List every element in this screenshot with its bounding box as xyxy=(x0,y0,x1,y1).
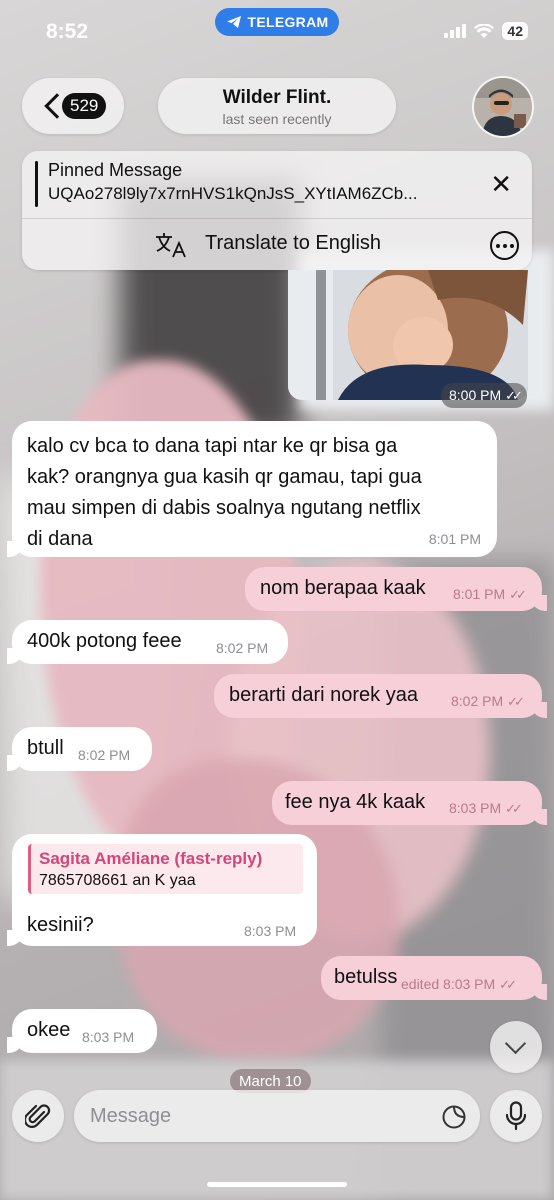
message-text: berarti dari norek yaa xyxy=(229,684,418,706)
double-check-icon: ✓✓ xyxy=(505,388,523,403)
message-time: 8:03 PM xyxy=(82,1029,135,1045)
chat-title[interactable]: Wilder Flint. last seen recently xyxy=(158,78,396,134)
pinned-message-bar[interactable]: Pinned Message UQAo278l9ly7x7rnHVS1kQnJs… xyxy=(22,151,532,270)
microphone-icon xyxy=(505,1101,527,1131)
message-text: 400k potong feee xyxy=(27,630,182,652)
reply-text: 7865708661 an K yaa xyxy=(39,872,196,889)
message-text: nom berapaa kaak xyxy=(260,577,426,599)
status-bar: 8:52 TELEGRAM 42 xyxy=(0,0,554,62)
paperclip-icon xyxy=(25,1104,51,1128)
message-text: betulss xyxy=(334,966,398,988)
avatar[interactable] xyxy=(474,78,532,136)
message-bubble-incoming[interactable]: 400k potong feee 8:02 PM xyxy=(7,620,288,664)
message-line: kalo cv bca to dana tapi ntar ke qr bisa… xyxy=(27,435,398,457)
message-time: 8:03 PM xyxy=(449,800,502,816)
avatar-photo xyxy=(474,78,532,136)
translate-icon xyxy=(156,233,186,258)
message-line: mau simpen di dabis soalnya ngutang netf… xyxy=(27,497,421,519)
message-line: kak? orangnya gua kasih qr gamau, tapi g… xyxy=(27,466,422,488)
voice-record-button[interactable] xyxy=(490,1090,542,1142)
reply-quote[interactable]: Sagita Améliane (fast-reply) 7865708661 … xyxy=(28,844,303,894)
message-bubble-incoming[interactable]: kalo cv bca to dana tapi ntar ke qr bisa… xyxy=(7,421,497,557)
telegram-plane-icon xyxy=(226,16,241,28)
message-text: btull xyxy=(27,737,64,759)
home-indicator xyxy=(207,1182,347,1187)
cellular-signal-icon xyxy=(444,24,467,38)
message-time: 8:02 PM xyxy=(78,747,131,763)
scroll-to-bottom-button[interactable] xyxy=(490,1021,542,1073)
message-text: kalo cv bca to dana tapi ntar ke qr bisa… xyxy=(27,431,422,555)
message-time: 8:03 PM xyxy=(244,923,297,939)
chat-name: Wilder Flint. xyxy=(222,87,332,108)
double-check-icon: ✓✓ xyxy=(499,977,517,992)
status-time: 8:52 xyxy=(46,20,89,43)
back-button[interactable]: 529 xyxy=(22,78,124,134)
unread-count-badge: 529 xyxy=(62,93,107,119)
message-input[interactable] xyxy=(74,1090,480,1142)
close-icon[interactable]: ✕ xyxy=(490,171,512,197)
message-bubble-outgoing[interactable]: berarti dari norek yaa 8:02 PM ✓✓ xyxy=(214,674,547,718)
message-text: fee nya 4k kaak xyxy=(285,791,426,813)
attach-button[interactable] xyxy=(12,1090,64,1142)
double-check-icon: ✓✓ xyxy=(509,587,527,602)
message-time: 8:00 PM xyxy=(449,387,502,403)
pinned-indicator-bar xyxy=(35,161,38,207)
battery-indicator: 42 xyxy=(502,22,528,40)
source-app-label: TELEGRAM xyxy=(247,14,329,30)
system-icons: 42 xyxy=(444,22,528,40)
message-time: 8:02 PM xyxy=(451,693,504,709)
pinned-text: UQAo278l9ly7x7rnHVS1kQnJsS_XYtIAM6ZCb... xyxy=(48,184,418,203)
more-options-icon[interactable] xyxy=(490,231,519,260)
wifi-icon xyxy=(474,23,495,38)
sticker-icon[interactable] xyxy=(441,1104,467,1130)
message-line: di dana xyxy=(27,528,93,550)
reply-sender: Sagita Améliane (fast-reply) xyxy=(39,849,263,868)
double-check-icon: ✓✓ xyxy=(505,801,523,816)
message-bubble-incoming[interactable]: okee 8:03 PM xyxy=(7,1009,157,1053)
photo-time: 8:00 PM ✓✓ xyxy=(441,383,527,408)
message-bubble-outgoing[interactable]: nom berapaa kaak 8:01 PM ✓✓ xyxy=(245,567,547,611)
message-bubble-incoming[interactable]: btull 8:02 PM xyxy=(7,727,152,771)
photo-message[interactable] xyxy=(288,270,528,400)
message-time: 8:02 PM xyxy=(216,640,269,656)
telegram-source-pill[interactable]: TELEGRAM xyxy=(215,8,339,36)
message-text: okee xyxy=(27,1019,71,1041)
message-bubble-incoming[interactable]: Sagita Améliane (fast-reply) 7865708661 … xyxy=(7,834,317,946)
message-time: edited 8:03 PM xyxy=(401,976,496,992)
double-check-icon: ✓✓ xyxy=(507,694,525,709)
pinned-title: Pinned Message xyxy=(48,160,183,180)
message-bubble-outgoing[interactable]: fee nya 4k kaak 8:03 PM ✓✓ xyxy=(272,781,547,825)
message-text: kesinii? xyxy=(27,914,94,936)
divider xyxy=(22,218,532,219)
chat-last-seen: last seen recently xyxy=(222,111,332,127)
chevron-down-icon xyxy=(504,1032,527,1055)
message-time: 8:01 PM xyxy=(428,531,481,547)
photo-thumbnail xyxy=(288,270,528,400)
translate-button[interactable]: Translate to English xyxy=(205,232,381,255)
message-time: 8:01 PM xyxy=(453,586,506,602)
message-bubble-outgoing[interactable]: betulss edited 8:03 PM ✓✓ xyxy=(321,956,547,1000)
